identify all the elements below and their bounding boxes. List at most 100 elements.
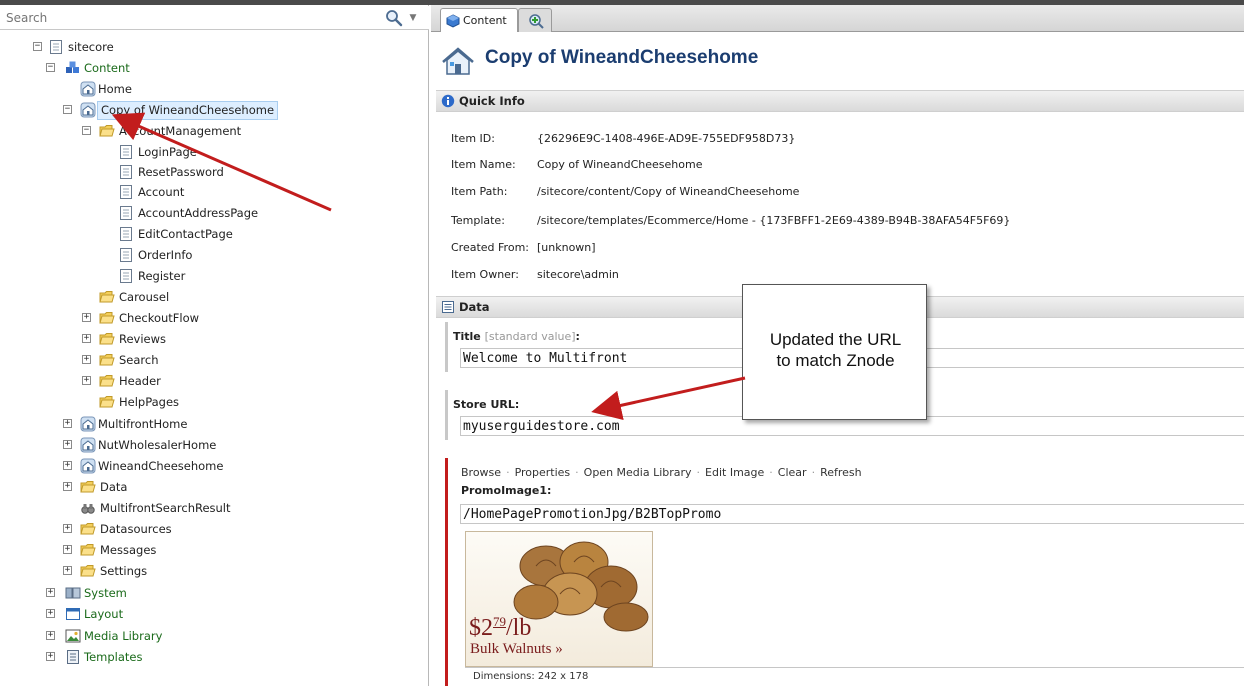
home-icon (80, 81, 96, 97)
add-search-tab-icon (529, 14, 544, 29)
standard-value-note: [standard value] (484, 330, 576, 343)
search-icon[interactable] (385, 9, 403, 27)
folder-icon (80, 565, 96, 577)
promo-image-preview[interactable]: $279/lb Bulk Walnuts » (465, 531, 653, 667)
expand-icon[interactable]: + (46, 652, 55, 661)
tree-node-label: Messages (100, 543, 157, 557)
clear-link[interactable]: Clear (778, 466, 807, 479)
title-field-label: Title [standard value]: (453, 330, 580, 343)
expand-icon[interactable]: + (82, 313, 91, 322)
collapse-icon[interactable]: − (63, 105, 72, 114)
expand-icon[interactable]: + (46, 588, 55, 597)
refresh-link[interactable]: Refresh (820, 466, 862, 479)
quick-info-key: Template: (451, 214, 505, 227)
quick-info-key: Item Path: (451, 185, 508, 198)
expand-icon[interactable]: + (82, 376, 91, 385)
expand-icon[interactable]: + (63, 440, 72, 449)
tree-node-label: Media Library (84, 629, 163, 643)
layout-icon (66, 608, 80, 620)
separator: · (811, 466, 816, 479)
collapse-icon[interactable]: − (46, 63, 55, 72)
tree-node-label: Home (98, 82, 132, 96)
expand-icon[interactable]: + (82, 355, 91, 364)
media-library-icon (65, 629, 81, 643)
tree-node-label: NutWholesalerHome (98, 438, 217, 452)
title-field-colon: : (575, 330, 580, 343)
document-icon (120, 165, 132, 179)
templates-icon (67, 650, 79, 664)
add-tab-button[interactable] (518, 8, 552, 32)
document-icon (120, 145, 132, 159)
tree-node-label: EditContactPage (138, 227, 233, 241)
quick-info-value: /sitecore/templates/Ecommerce/Home - {17… (537, 214, 1011, 227)
store-url-field-label: Store URL: (453, 398, 520, 411)
search-bar: ▼ (0, 6, 429, 30)
field-indicator-bar (445, 322, 448, 372)
tree-node-label: Search (119, 353, 159, 367)
properties-link[interactable]: Properties (515, 466, 571, 479)
expand-icon[interactable]: + (82, 334, 91, 343)
tree-node-label: WineandCheesehome (98, 459, 224, 473)
promo-product-name: Bulk Walnuts » (470, 641, 563, 657)
expand-icon[interactable]: + (46, 609, 55, 618)
info-icon (441, 94, 455, 108)
quick-info-key: Item Owner: (451, 268, 519, 281)
tree-node-label: Datasources (100, 522, 172, 536)
expand-icon[interactable]: + (63, 461, 72, 470)
expand-icon[interactable]: + (63, 566, 72, 575)
quick-info-section-header[interactable]: Quick Info (436, 90, 1244, 112)
browse-link[interactable]: Browse (461, 466, 501, 479)
folder-icon (99, 375, 115, 387)
tree-node-label: sitecore (68, 40, 114, 54)
search-input[interactable] (4, 9, 374, 27)
tree-node-label: Templates (84, 650, 143, 664)
quick-info-value: /sitecore/content/Copy of WineandCheeseh… (537, 185, 800, 198)
promo-price-cents: 79 (493, 614, 506, 629)
annotation-text: Updated the URL to match Znode (743, 329, 928, 371)
content-cube-icon (446, 14, 460, 28)
image-field-actions: Browse · Properties · Open Media Library · Edi… (461, 466, 862, 479)
tab-content[interactable]: Content (440, 8, 518, 32)
promo-image-field-label: PromoImage1: (461, 484, 552, 497)
expand-icon[interactable]: + (63, 524, 72, 533)
separator: · (575, 466, 579, 479)
annotation-line: to match Znode (776, 351, 895, 370)
tree-node-label: AccountAddressPage (138, 206, 259, 220)
editor-tab-bar: Content (431, 5, 1244, 32)
home-icon (80, 102, 96, 118)
folder-icon (99, 354, 115, 366)
tree-node-label: ResetPassword (138, 165, 224, 179)
home-item-icon (442, 47, 474, 75)
tree-node-label: OrderInfo (138, 248, 193, 262)
tree-node-label: CheckoutFlow (119, 311, 200, 325)
promo-price: $279/lb (469, 614, 531, 642)
collapse-icon[interactable]: − (82, 126, 91, 135)
quick-info-value: {26296E9C-1408-496E-AD9E-755EDF958D73} (537, 132, 796, 145)
folder-icon (80, 544, 96, 556)
quick-info-key: Item Name: (451, 158, 516, 171)
folder-icon (99, 125, 115, 137)
promo-image-path-input[interactable]: /HomePagePromotionJpg/B2BTopPromo (460, 504, 1244, 524)
image-dimensions: Dimensions: 242 x 178 (473, 671, 589, 682)
search-options-dropdown-icon[interactable]: ▼ (407, 11, 419, 25)
tree-node-label: Copy of WineandCheesehome (97, 101, 279, 120)
expand-icon[interactable]: + (63, 545, 72, 554)
edit-image-link[interactable]: Edit Image (705, 466, 764, 479)
expand-icon[interactable]: + (46, 631, 55, 640)
tree-node-label: Content (84, 61, 130, 75)
quick-info-value: sitecore\admin (537, 268, 619, 281)
folder-icon (99, 312, 115, 324)
title-field-label-text: Title (453, 330, 481, 343)
tree-node-label: Layout (84, 607, 124, 621)
collapse-icon[interactable]: − (33, 42, 42, 51)
tree-node-label: LoginPage (138, 145, 197, 159)
open-media-library-link[interactable]: Open Media Library (584, 466, 692, 479)
expand-icon[interactable]: + (63, 482, 72, 491)
tree-node-label: Data (100, 480, 128, 494)
tree-node-label: Account (138, 185, 185, 199)
promo-price-unit: /lb (506, 615, 532, 641)
section-label: Quick Info (459, 94, 525, 108)
folder-icon (99, 291, 115, 303)
home-icon (80, 458, 96, 474)
expand-icon[interactable]: + (63, 419, 72, 428)
